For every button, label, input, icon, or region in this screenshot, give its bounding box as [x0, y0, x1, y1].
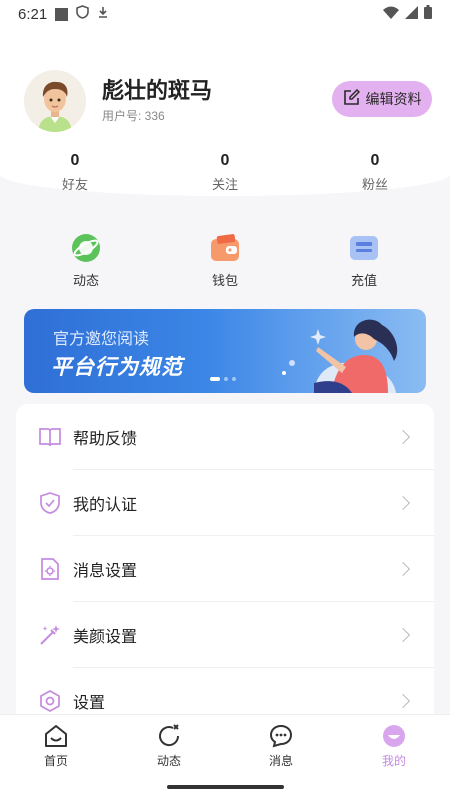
stat-fans-value: 0	[370, 152, 380, 169]
tab-mine[interactable]: 我的	[359, 723, 429, 769]
tab-moments[interactable]: 动态	[134, 723, 204, 769]
promo-banner[interactable]: 官方邀您阅读 平台行为规范	[24, 309, 426, 393]
battery-icon	[424, 5, 432, 23]
pagination-dot-active	[210, 377, 220, 381]
settings-menu: 帮助反馈 我的认证 消息设置 美颜设置 设置	[16, 404, 434, 734]
status-bar: 6:21	[0, 0, 450, 28]
profile-header: 彪壮的斑马 用户号: 336 编辑资料 0 好友 0 关注 0 粉丝	[0, 28, 450, 196]
shield-status-icon	[76, 5, 90, 23]
menu-item-label: 我的认证	[73, 495, 138, 514]
stat-fans[interactable]: 0 粉丝	[345, 152, 405, 193]
menu-item-verification[interactable]: 我的认证	[16, 470, 434, 536]
edit-profile-label: 编辑资料	[365, 92, 422, 108]
shield-check-icon	[38, 491, 62, 515]
menu-item-beauty-settings[interactable]: 美颜设置	[16, 602, 434, 668]
nickname: 彪壮的斑马	[102, 79, 213, 104]
wifi-icon	[383, 5, 399, 23]
edit-profile-button[interactable]: 编辑资料	[332, 81, 432, 117]
pagination-dot	[232, 377, 236, 381]
quick-action-wallet[interactable]: 钱包	[190, 232, 260, 289]
quick-action-moments[interactable]: 动态	[51, 232, 121, 289]
signal-icon	[405, 5, 418, 23]
profile-face-icon	[381, 723, 407, 749]
chat-icon	[268, 723, 294, 749]
message-settings-icon	[38, 557, 62, 581]
location-status-icon	[97, 5, 109, 23]
menu-item-help-feedback[interactable]: 帮助反馈	[16, 404, 434, 470]
pagination-dot	[224, 377, 228, 381]
quick-action-label: 动态	[72, 274, 99, 289]
avatar[interactable]	[24, 70, 86, 132]
stat-following-value: 0	[220, 152, 230, 169]
menu-item-label: 美颜设置	[73, 627, 138, 646]
banner-title: 平台行为规范	[51, 355, 183, 379]
stat-friends-label: 好友	[61, 178, 88, 193]
banner-subtitle: 官方邀您阅读	[53, 329, 150, 348]
hexagon-gear-icon	[38, 689, 62, 713]
planet-icon	[70, 232, 102, 264]
home-icon	[43, 723, 69, 749]
refresh-icon	[156, 723, 182, 749]
notification-square-icon	[55, 7, 69, 21]
stat-following-label: 关注	[211, 178, 238, 193]
chevron-right-icon	[395, 561, 411, 577]
status-time: 6:21	[18, 5, 48, 23]
quick-action-label: 充值	[350, 274, 377, 289]
tab-home[interactable]: 首页	[21, 723, 91, 769]
card-icon	[348, 232, 380, 264]
chevron-right-icon	[395, 495, 411, 511]
menu-item-label: 帮助反馈	[73, 429, 138, 448]
chevron-right-icon	[395, 627, 411, 643]
quick-action-label: 钱包	[211, 274, 238, 289]
chevron-right-icon	[395, 429, 411, 445]
menu-item-label: 消息设置	[73, 561, 138, 580]
edit-icon	[343, 88, 360, 110]
tab-label: 消息	[268, 754, 293, 768]
banner-illustration	[282, 319, 398, 393]
home-indicator	[167, 785, 284, 789]
tab-label: 动态	[156, 754, 181, 768]
stat-following[interactable]: 0 关注	[195, 152, 255, 193]
stat-fans-label: 粉丝	[361, 178, 388, 193]
wallet-icon	[209, 232, 241, 264]
user-id: 用户号: 336	[102, 109, 165, 123]
quick-actions: 动态 钱包 充值	[0, 232, 450, 292]
menu-item-message-settings[interactable]: 消息设置	[16, 536, 434, 602]
tab-label: 首页	[43, 754, 68, 768]
tab-label: 我的	[381, 754, 406, 768]
chevron-right-icon	[395, 693, 411, 709]
book-icon	[38, 425, 62, 449]
magic-wand-icon	[38, 623, 62, 647]
stat-friends-value: 0	[70, 152, 80, 169]
stat-friends[interactable]: 0 好友	[45, 152, 105, 193]
quick-action-recharge[interactable]: 充值	[329, 232, 399, 289]
tab-messages[interactable]: 消息	[246, 723, 316, 769]
banner-pagination	[210, 377, 236, 381]
menu-item-label: 设置	[73, 693, 106, 712]
